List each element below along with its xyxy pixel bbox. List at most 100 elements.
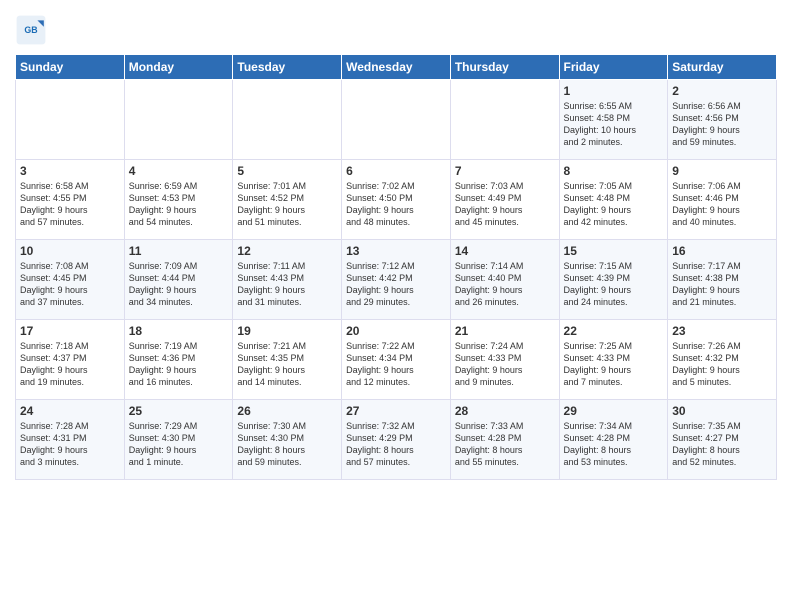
page: GB SundayMondayTuesdayWednesdayThursdayF…	[0, 0, 792, 612]
calendar-cell: 14 Sunrise: 7:14 AM Sunset: 4:40 PM Dayli…	[450, 240, 559, 320]
weekday-header-wednesday: Wednesday	[342, 55, 451, 80]
day-info: Sunrise: 7:11 AM Sunset: 4:43 PM Dayligh…	[237, 260, 337, 309]
header: GB	[15, 10, 777, 46]
day-number: 7	[455, 164, 555, 178]
day-info: Sunrise: 7:22 AM Sunset: 4:34 PM Dayligh…	[346, 340, 446, 389]
day-info: Sunrise: 7:01 AM Sunset: 4:52 PM Dayligh…	[237, 180, 337, 229]
logo-icon: GB	[15, 14, 47, 46]
day-number: 3	[20, 164, 120, 178]
calendar-cell: 9 Sunrise: 7:06 AM Sunset: 4:46 PM Daylig…	[668, 160, 777, 240]
calendar-cell: 16Sunrise: 7:17 AM Sunset: 4:38 PM Dayli…	[668, 240, 777, 320]
day-number: 2	[672, 84, 772, 98]
calendar-week-row: 3Sunrise: 6:58 AM Sunset: 4:55 PM Daylig…	[16, 160, 777, 240]
day-info: Sunrise: 7:12 AM Sunset: 4:42 PM Dayligh…	[346, 260, 446, 309]
day-number: 14	[455, 244, 555, 258]
day-info: Sunrise: 7:19 AM Sunset: 4:36 PM Dayligh…	[129, 340, 229, 389]
calendar-cell: 24 Sunrise: 7:28 AM Sunset: 4:31 PM Dayli…	[16, 400, 125, 480]
weekday-header-friday: Friday	[559, 55, 668, 80]
day-number: 17	[20, 324, 120, 338]
calendar-cell: 25 Sunrise: 7:29 AM Sunset: 4:30 PM Dayli…	[124, 400, 233, 480]
day-number: 5	[237, 164, 337, 178]
day-number: 12	[237, 244, 337, 258]
day-number: 26	[237, 404, 337, 418]
calendar-cell: 4 Sunrise: 6:59 AM Sunset: 4:53 PM Daylig…	[124, 160, 233, 240]
day-info: Sunrise: 7:09 AM Sunset: 4:44 PM Dayligh…	[129, 260, 229, 309]
calendar-cell	[16, 80, 125, 160]
weekday-header-monday: Monday	[124, 55, 233, 80]
day-number: 29	[564, 404, 664, 418]
day-number: 13	[346, 244, 446, 258]
day-info: Sunrise: 7:06 AM Sunset: 4:46 PM Dayligh…	[672, 180, 772, 229]
day-info: Sunrise: 7:05 AM Sunset: 4:48 PM Dayligh…	[564, 180, 664, 229]
calendar-cell: 19 Sunrise: 7:21 AM Sunset: 4:35 PM Dayli…	[233, 320, 342, 400]
calendar-cell: 12 Sunrise: 7:11 AM Sunset: 4:43 PM Dayli…	[233, 240, 342, 320]
day-number: 27	[346, 404, 446, 418]
calendar-cell	[124, 80, 233, 160]
calendar-cell: 20 Sunrise: 7:22 AM Sunset: 4:34 PM Dayli…	[342, 320, 451, 400]
calendar-cell: 6Sunrise: 7:02 AM Sunset: 4:50 PM Daylig…	[342, 160, 451, 240]
day-info: Sunrise: 7:26 AM Sunset: 4:32 PM Dayligh…	[672, 340, 772, 389]
day-number: 18	[129, 324, 229, 338]
day-info: Sunrise: 7:30 AM Sunset: 4:30 PM Dayligh…	[237, 420, 337, 469]
calendar-cell: 3Sunrise: 6:58 AM Sunset: 4:55 PM Daylig…	[16, 160, 125, 240]
logo: GB	[15, 14, 51, 46]
day-info: Sunrise: 7:32 AM Sunset: 4:29 PM Dayligh…	[346, 420, 446, 469]
calendar-week-row: 17 Sunrise: 7:18 AM Sunset: 4:37 PM Dayli…	[16, 320, 777, 400]
day-info: Sunrise: 7:28 AM Sunset: 4:31 PM Dayligh…	[20, 420, 120, 469]
calendar-cell: 10Sunrise: 7:08 AM Sunset: 4:45 PM Dayli…	[16, 240, 125, 320]
calendar-cell: 5 Sunrise: 7:01 AM Sunset: 4:52 PM Daylig…	[233, 160, 342, 240]
day-info: Sunrise: 7:15 AM Sunset: 4:39 PM Dayligh…	[564, 260, 664, 309]
weekday-header-thursday: Thursday	[450, 55, 559, 80]
day-number: 20	[346, 324, 446, 338]
day-number: 1	[564, 84, 664, 98]
calendar-cell: 1 Sunrise: 6:55 AM Sunset: 4:58 PM Daylig…	[559, 80, 668, 160]
calendar-cell: 26 Sunrise: 7:30 AM Sunset: 4:30 PM Dayli…	[233, 400, 342, 480]
day-number: 9	[672, 164, 772, 178]
day-info: Sunrise: 6:55 AM Sunset: 4:58 PM Dayligh…	[564, 100, 664, 149]
day-number: 25	[129, 404, 229, 418]
day-info: Sunrise: 6:56 AM Sunset: 4:56 PM Dayligh…	[672, 100, 772, 149]
weekday-header-saturday: Saturday	[668, 55, 777, 80]
day-number: 23	[672, 324, 772, 338]
calendar-table: SundayMondayTuesdayWednesdayThursdayFrid…	[15, 54, 777, 480]
calendar-cell	[450, 80, 559, 160]
day-info: Sunrise: 7:35 AM Sunset: 4:27 PM Dayligh…	[672, 420, 772, 469]
calendar-cell	[342, 80, 451, 160]
day-info: Sunrise: 6:59 AM Sunset: 4:53 PM Dayligh…	[129, 180, 229, 229]
day-info: Sunrise: 7:18 AM Sunset: 4:37 PM Dayligh…	[20, 340, 120, 389]
day-info: Sunrise: 7:21 AM Sunset: 4:35 PM Dayligh…	[237, 340, 337, 389]
calendar-cell: 22Sunrise: 7:25 AM Sunset: 4:33 PM Dayli…	[559, 320, 668, 400]
weekday-header-row: SundayMondayTuesdayWednesdayThursdayFrid…	[16, 55, 777, 80]
calendar-cell: 30 Sunrise: 7:35 AM Sunset: 4:27 PM Dayli…	[668, 400, 777, 480]
calendar-cell: 11 Sunrise: 7:09 AM Sunset: 4:44 PM Dayli…	[124, 240, 233, 320]
day-info: Sunrise: 7:29 AM Sunset: 4:30 PM Dayligh…	[129, 420, 229, 469]
calendar-cell: 13 Sunrise: 7:12 AM Sunset: 4:42 PM Dayli…	[342, 240, 451, 320]
day-number: 15	[564, 244, 664, 258]
day-number: 21	[455, 324, 555, 338]
calendar-cell: 21Sunrise: 7:24 AM Sunset: 4:33 PM Dayli…	[450, 320, 559, 400]
calendar-cell: 15 Sunrise: 7:15 AM Sunset: 4:39 PM Dayli…	[559, 240, 668, 320]
calendar-cell	[233, 80, 342, 160]
calendar-week-row: 1 Sunrise: 6:55 AM Sunset: 4:58 PM Daylig…	[16, 80, 777, 160]
day-info: Sunrise: 7:14 AM Sunset: 4:40 PM Dayligh…	[455, 260, 555, 309]
day-number: 28	[455, 404, 555, 418]
calendar-cell: 7 Sunrise: 7:03 AM Sunset: 4:49 PM Daylig…	[450, 160, 559, 240]
day-number: 10	[20, 244, 120, 258]
calendar-cell: 23 Sunrise: 7:26 AM Sunset: 4:32 PM Dayli…	[668, 320, 777, 400]
calendar-cell: 2 Sunrise: 6:56 AM Sunset: 4:56 PM Daylig…	[668, 80, 777, 160]
day-info: Sunrise: 7:34 AM Sunset: 4:28 PM Dayligh…	[564, 420, 664, 469]
weekday-header-sunday: Sunday	[16, 55, 125, 80]
day-info: Sunrise: 7:25 AM Sunset: 4:33 PM Dayligh…	[564, 340, 664, 389]
day-info: Sunrise: 7:03 AM Sunset: 4:49 PM Dayligh…	[455, 180, 555, 229]
calendar-week-row: 10Sunrise: 7:08 AM Sunset: 4:45 PM Dayli…	[16, 240, 777, 320]
day-number: 24	[20, 404, 120, 418]
day-number: 19	[237, 324, 337, 338]
calendar-cell: 28 Sunrise: 7:33 AM Sunset: 4:28 PM Dayli…	[450, 400, 559, 480]
day-info: Sunrise: 7:33 AM Sunset: 4:28 PM Dayligh…	[455, 420, 555, 469]
day-number: 30	[672, 404, 772, 418]
day-number: 11	[129, 244, 229, 258]
calendar-cell: 17 Sunrise: 7:18 AM Sunset: 4:37 PM Dayli…	[16, 320, 125, 400]
svg-text:GB: GB	[24, 25, 37, 35]
day-number: 4	[129, 164, 229, 178]
weekday-header-tuesday: Tuesday	[233, 55, 342, 80]
